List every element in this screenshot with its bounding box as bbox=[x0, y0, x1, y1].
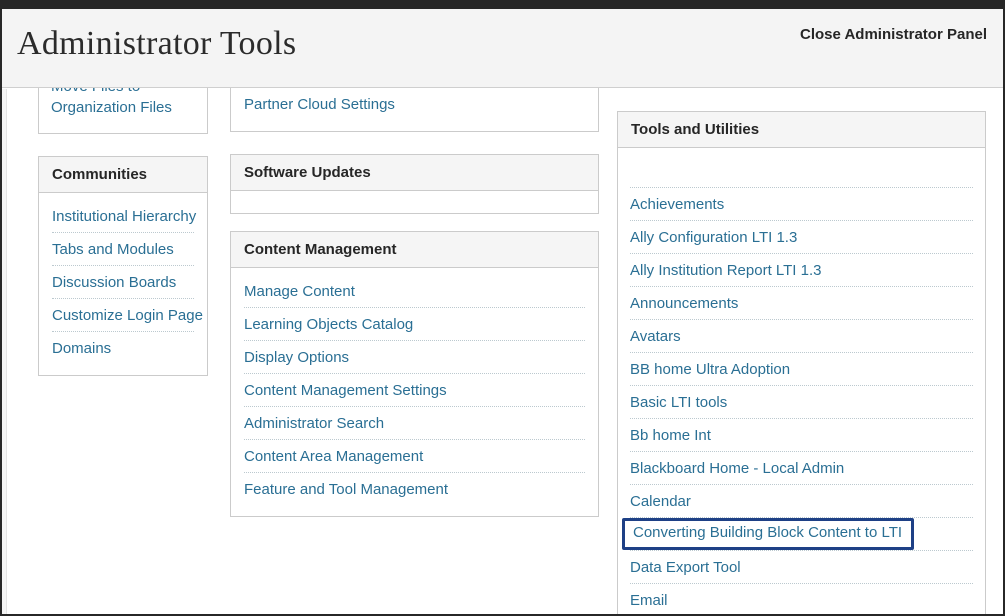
content-management-header: Content Management bbox=[231, 232, 598, 268]
box-content-management: Content Management Manage Content Learni… bbox=[230, 231, 599, 517]
link-institutional-hierarchy[interactable]: Institutional Hierarchy bbox=[52, 208, 196, 225]
link-manage-content[interactable]: Manage Content bbox=[244, 283, 355, 300]
page-title: Administrator Tools bbox=[17, 25, 296, 63]
communities-list: Institutional Hierarchy Tabs and Modules… bbox=[39, 193, 207, 375]
box-communities: Communities Institutional Hierarchy Tabs… bbox=[38, 156, 208, 376]
link-announcements[interactable]: Announcements bbox=[630, 295, 738, 312]
communities-header: Communities bbox=[39, 157, 207, 193]
link-ally-institution-report-lti-13[interactable]: Ally Institution Report LTI 1.3 bbox=[630, 262, 821, 279]
link-email[interactable]: Email bbox=[630, 592, 668, 609]
link-achievements[interactable]: Achievements bbox=[630, 196, 724, 213]
list-item: Domains bbox=[52, 332, 194, 365]
panel-content: Move Files to Organization Files Communi… bbox=[2, 89, 1003, 614]
list-item: Achievements bbox=[630, 188, 973, 221]
list-item: Email bbox=[630, 584, 973, 616]
list-item: Content Area Management bbox=[244, 440, 585, 473]
link-learning-objects-catalog[interactable]: Learning Objects Catalog bbox=[244, 316, 413, 333]
link-customize-login-page[interactable]: Customize Login Page bbox=[52, 307, 203, 324]
content-management-list: Manage Content Learning Objects Catalog … bbox=[231, 268, 598, 516]
list-item-highlighted: Converting Building Block Content to LTI bbox=[630, 518, 973, 551]
link-avatars[interactable]: Avatars bbox=[630, 328, 681, 345]
panel-header: Administrator Tools Close Administrator … bbox=[2, 9, 1003, 88]
list-item: Discussion Boards bbox=[52, 266, 194, 299]
list-item: BB home Ultra Adoption bbox=[630, 353, 973, 386]
list-item: Content Management Settings bbox=[244, 374, 585, 407]
link-discussion-boards[interactable]: Discussion Boards bbox=[52, 274, 176, 291]
list-item: Ally Configuration LTI 1.3 bbox=[630, 221, 973, 254]
list-item: Data Export Tool bbox=[630, 551, 973, 584]
software-updates-header: Software Updates bbox=[231, 155, 598, 191]
link-feature-and-tool-management[interactable]: Feature and Tool Management bbox=[244, 481, 448, 498]
left-gutter bbox=[2, 89, 7, 614]
link-bb-home-ultra-adoption[interactable]: BB home Ultra Adoption bbox=[630, 361, 790, 378]
tools-and-utilities-header: Tools and Utilities bbox=[618, 112, 985, 148]
administrator-tools-panel: Administrator Tools Close Administrator … bbox=[0, 0, 1005, 616]
link-content-area-management[interactable]: Content Area Management bbox=[244, 448, 423, 465]
link-converting-building-block-content-to-lti[interactable]: Converting Building Block Content to LTI bbox=[633, 524, 902, 541]
box-tools-and-utilities: Tools and Utilities Achievements Ally Co… bbox=[617, 111, 986, 616]
link-display-options[interactable]: Display Options bbox=[244, 349, 349, 366]
link-ally-configuration-lti-13[interactable]: Ally Configuration LTI 1.3 bbox=[630, 229, 797, 246]
link-partner-cloud-settings[interactable]: Partner Cloud Settings bbox=[244, 96, 395, 113]
empty-list-row bbox=[630, 148, 973, 188]
list-item: Tabs and Modules bbox=[52, 233, 194, 266]
list-item: Avatars bbox=[630, 320, 973, 353]
link-administrator-search[interactable]: Administrator Search bbox=[244, 415, 384, 432]
list-item: Ally Institution Report LTI 1.3 bbox=[630, 254, 973, 287]
box-software-updates: Software Updates bbox=[230, 154, 599, 214]
list-item: Learning Objects Catalog bbox=[244, 308, 585, 341]
link-content-management-settings[interactable]: Content Management Settings bbox=[244, 382, 447, 399]
list-item: Basic LTI tools bbox=[630, 386, 973, 419]
tools-and-utilities-list: Achievements Ally Configuration LTI 1.3 … bbox=[618, 148, 985, 616]
close-administrator-panel-link[interactable]: Close Administrator Panel bbox=[800, 26, 987, 43]
software-updates-body bbox=[231, 191, 598, 213]
link-bb-home-int[interactable]: Bb home Int bbox=[630, 427, 711, 444]
list-item: Institutional Hierarchy bbox=[52, 200, 194, 233]
highlight-outline: Converting Building Block Content to LTI bbox=[622, 518, 914, 550]
list-item: Manage Content bbox=[244, 275, 585, 308]
list-item: Customize Login Page bbox=[52, 299, 194, 332]
link-tabs-and-modules[interactable]: Tabs and Modules bbox=[52, 241, 174, 258]
list-item: Blackboard Home - Local Admin bbox=[630, 452, 973, 485]
list-item: Announcements bbox=[630, 287, 973, 320]
link-basic-lti-tools[interactable]: Basic LTI tools bbox=[630, 394, 727, 411]
list-item: Feature and Tool Management bbox=[244, 473, 585, 506]
link-data-export-tool[interactable]: Data Export Tool bbox=[630, 559, 741, 576]
list-item: Administrator Search bbox=[244, 407, 585, 440]
link-blackboard-home-local-admin[interactable]: Blackboard Home - Local Admin bbox=[630, 460, 844, 477]
window-top-bar bbox=[2, 2, 1003, 9]
link-calendar[interactable]: Calendar bbox=[630, 493, 691, 510]
list-item: Bb home Int bbox=[630, 419, 973, 452]
list-item: Display Options bbox=[244, 341, 585, 374]
list-item: Calendar bbox=[630, 485, 973, 518]
link-domains[interactable]: Domains bbox=[52, 340, 111, 357]
